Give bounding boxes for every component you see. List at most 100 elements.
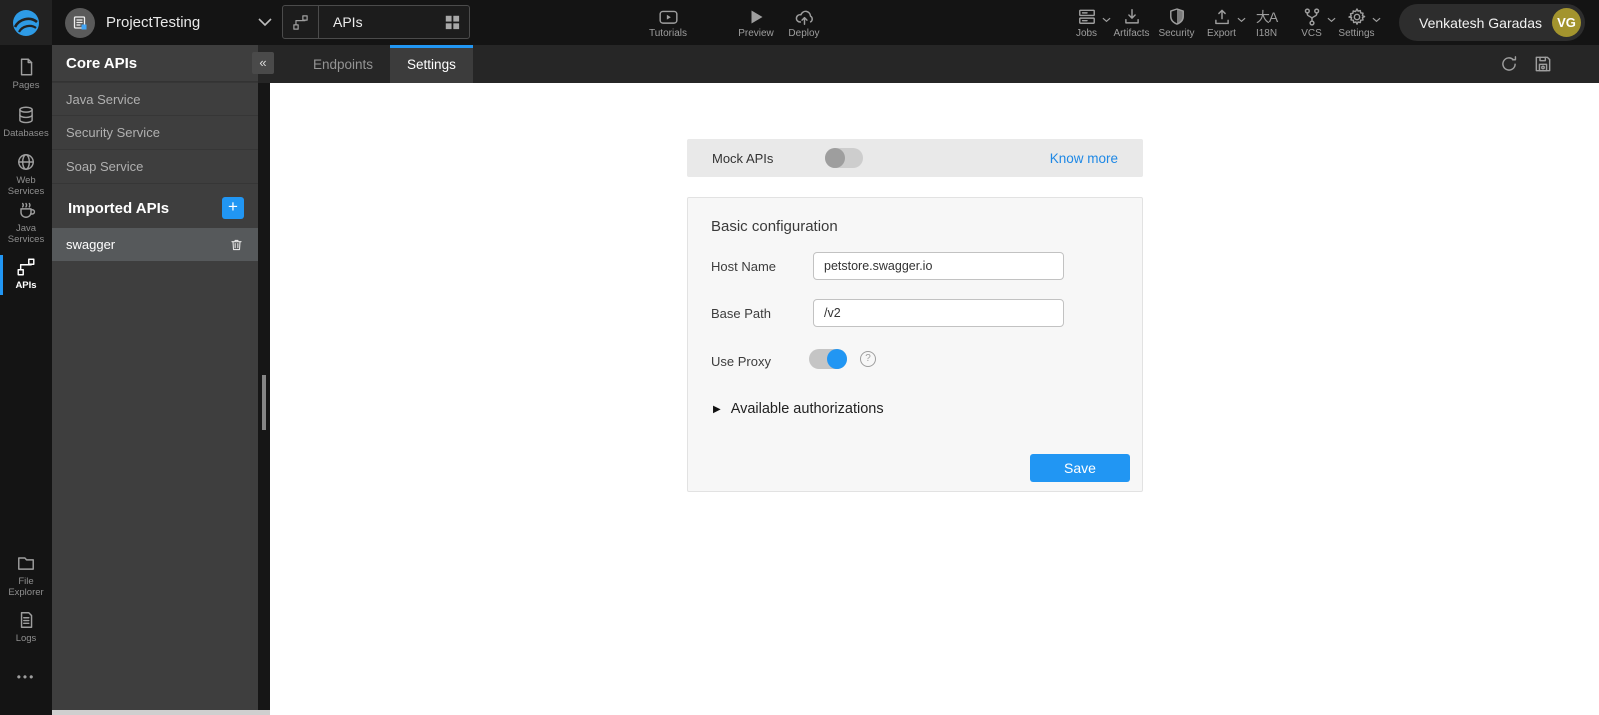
sidebar-item-pages[interactable]: Pages	[0, 57, 52, 91]
app-window: ProjectTesting APIs Tutorials Preview De…	[0, 0, 1599, 715]
card-title: Basic configuration	[711, 218, 838, 235]
settings-button[interactable]: Settings	[1334, 0, 1381, 45]
panel-item-java-service[interactable]: Java Service	[52, 82, 258, 116]
editor-tab-bar: Endpoints Settings	[258, 45, 1599, 83]
user-menu[interactable]: Venkatesh Garadas VG	[1399, 4, 1585, 41]
deploy-label: Deploy	[788, 27, 820, 39]
save-file-button[interactable]	[1533, 54, 1553, 74]
base-path-input[interactable]	[813, 299, 1064, 327]
project-icon	[65, 7, 95, 38]
vcs-label: VCS	[1301, 27, 1322, 39]
host-name-input[interactable]	[813, 252, 1064, 280]
sidebar-item-label: File Explorer	[8, 576, 44, 598]
toggle-knob	[825, 148, 846, 168]
basic-configuration-card: Basic configuration Host Name Base Path …	[687, 197, 1143, 492]
avatar: VG	[1552, 8, 1581, 37]
refresh-button[interactable]	[1499, 54, 1519, 74]
panel-item-swagger[interactable]: swagger	[52, 228, 258, 261]
server-icon	[1078, 9, 1095, 24]
left-icon-sidebar: Pages Databases Web Services Java Servic…	[0, 45, 52, 715]
settings-label: Settings	[1338, 27, 1375, 39]
help-icon[interactable]: ?	[860, 351, 876, 367]
mock-apis-toggle[interactable]	[825, 148, 864, 168]
refresh-icon	[1502, 56, 1517, 71]
sidebar-item-label: Java Services	[7, 223, 45, 245]
save-icon	[1535, 56, 1551, 72]
folder-icon	[18, 557, 34, 570]
toggle-knob	[827, 349, 847, 369]
security-button[interactable]: Security	[1154, 0, 1199, 45]
topbar-center-actions: Tutorials Preview Deploy	[645, 0, 827, 45]
base-path-label: Base Path	[711, 306, 771, 321]
chevron-down-icon	[1372, 17, 1381, 23]
available-authorizations-expander[interactable]: ▶ Available authorizations	[713, 401, 884, 417]
sidebar-item-label: Logs	[15, 633, 37, 644]
imported-apis-title: Imported APIs	[68, 199, 170, 217]
artifacts-label: Artifacts	[1113, 27, 1150, 39]
security-label: Security	[1158, 27, 1195, 39]
gear-icon	[1347, 7, 1365, 25]
sidebar-item-label: Databases	[3, 128, 49, 139]
panel-scrollbar[interactable]	[258, 83, 270, 715]
add-api-button[interactable]: +	[222, 197, 244, 219]
know-more-link[interactable]: Know more	[1050, 151, 1118, 166]
sidebar-item-label: Pages	[12, 80, 40, 91]
preview-button[interactable]: Preview	[733, 0, 779, 45]
sidebar-item-databases[interactable]: Databases	[0, 105, 52, 139]
panel-item-soap-service[interactable]: Soap Service	[52, 150, 258, 184]
wavemaker-logo[interactable]	[0, 0, 52, 45]
save-button[interactable]: Save	[1030, 454, 1130, 482]
upload-icon	[1214, 9, 1229, 24]
export-label: Export	[1207, 27, 1236, 39]
use-proxy-toggle[interactable]	[809, 349, 847, 369]
jobs-button[interactable]: Jobs	[1064, 0, 1111, 45]
api-nodes-icon	[17, 258, 35, 276]
panel-title: Core APIs	[66, 54, 138, 72]
top-bar: ProjectTesting APIs Tutorials Preview De…	[0, 0, 1599, 45]
host-name-label: Host Name	[711, 259, 777, 274]
i18n-button[interactable]: 大A I18N	[1244, 0, 1289, 45]
tutorials-button[interactable]: Tutorials	[645, 0, 691, 45]
tab-settings[interactable]: Settings	[390, 45, 473, 83]
mock-apis-label: Mock APIs	[712, 150, 774, 166]
log-file-icon	[20, 612, 33, 628]
shield-icon	[1169, 7, 1184, 25]
use-proxy-label: Use Proxy	[711, 354, 771, 369]
tab-endpoints[interactable]: Endpoints	[296, 45, 390, 83]
export-button[interactable]: Export	[1199, 0, 1246, 45]
chevron-down-icon	[258, 18, 272, 27]
available-authorizations-label: Available authorizations	[730, 401, 884, 417]
sidebar-item-label: Web Services	[7, 175, 45, 197]
wave-logo-icon	[13, 9, 39, 36]
sidebar-item-label: APIs	[15, 280, 37, 291]
sidebar-item-apis[interactable]: APIs	[0, 255, 52, 295]
sidebar-item-web-services[interactable]: Web Services	[0, 152, 52, 197]
trash-icon[interactable]	[229, 237, 244, 253]
horizontal-scrollbar-track[interactable]	[52, 710, 270, 715]
project-selector[interactable]: ProjectTesting	[65, 7, 272, 38]
api-nodes-icon	[283, 6, 319, 38]
imported-apis-header: Imported APIs +	[52, 188, 258, 228]
project-name: ProjectTesting	[106, 14, 201, 31]
grid-icon	[444, 14, 460, 30]
panel-header: Core APIs	[52, 45, 258, 82]
tutorials-label: Tutorials	[649, 27, 687, 39]
collapse-panel-button[interactable]: «	[252, 52, 274, 74]
workspace-selector[interactable]: APIs	[282, 5, 470, 39]
artifacts-button[interactable]: Artifacts	[1109, 0, 1154, 45]
deploy-button[interactable]: Deploy	[781, 0, 827, 45]
coffee-icon	[20, 202, 36, 218]
translate-icon: 大A	[1255, 8, 1278, 25]
tabs: Endpoints Settings	[296, 45, 473, 83]
sidebar-item-file-explorer[interactable]: File Explorer	[0, 553, 52, 598]
jobs-label: Jobs	[1075, 27, 1098, 39]
swagger-label: swagger	[66, 237, 116, 252]
more-options-icon[interactable]: •••	[0, 670, 52, 684]
panel-item-security-service[interactable]: Security Service	[52, 116, 258, 150]
scrollbar-thumb[interactable]	[262, 375, 266, 430]
youtube-icon	[658, 10, 678, 24]
sidebar-item-java-services[interactable]: Java Services	[0, 200, 52, 245]
sidebar-item-logs[interactable]: Logs	[0, 610, 52, 644]
i18n-label: I18N	[1255, 27, 1278, 39]
vcs-button[interactable]: VCS	[1289, 0, 1336, 45]
